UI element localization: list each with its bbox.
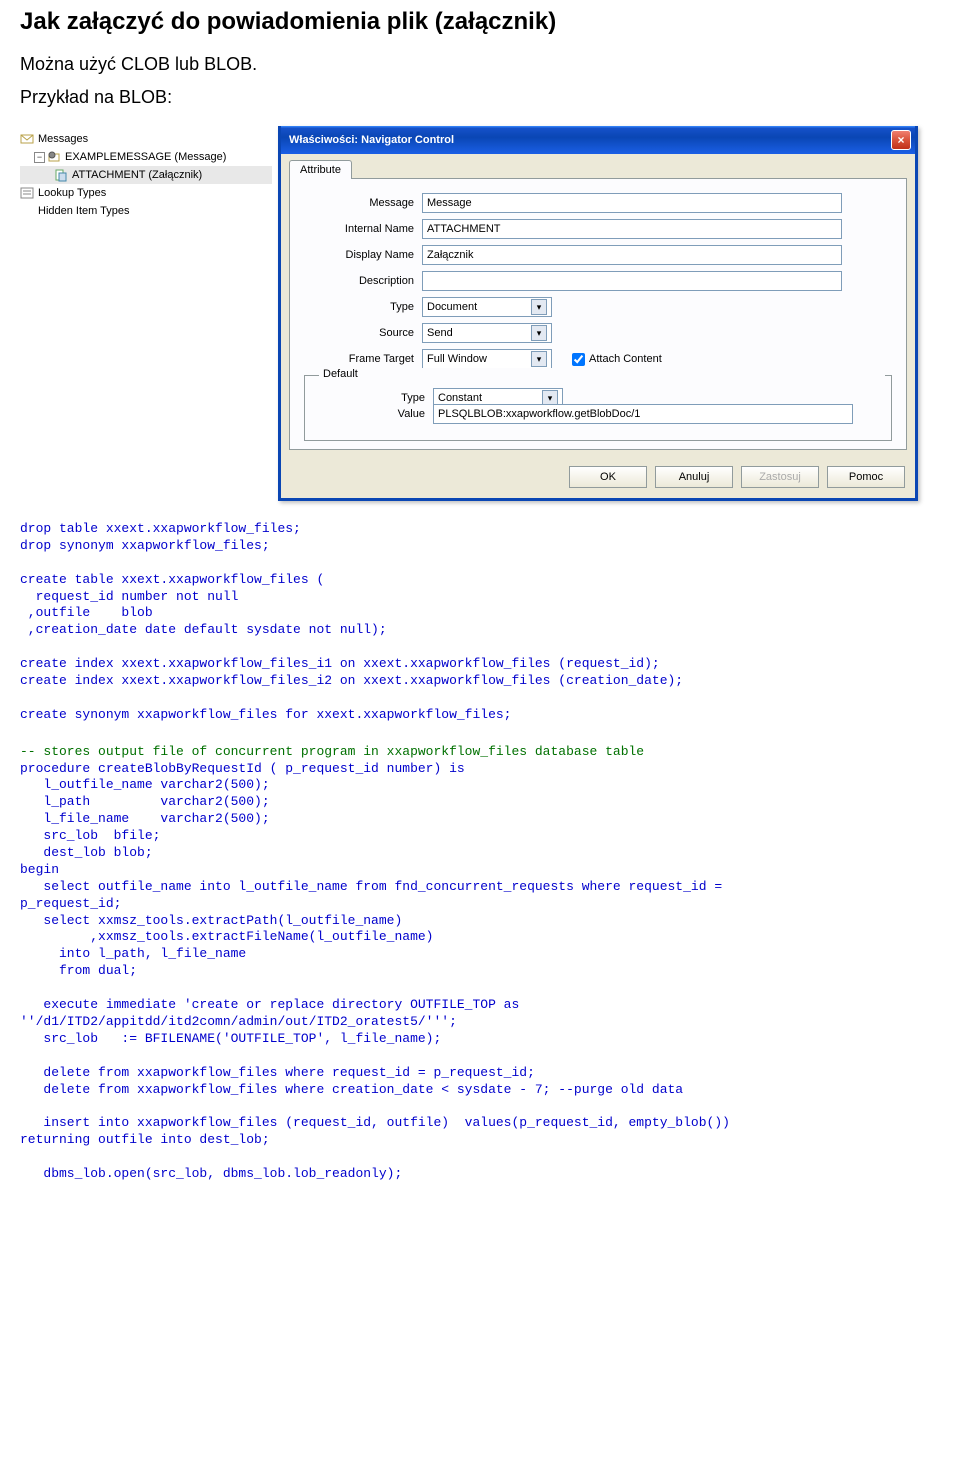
gear-envelope-icon xyxy=(47,150,61,164)
tree-item-hidden[interactable]: Hidden Item Types xyxy=(20,202,272,220)
default-fieldset: Default Type Constant ▾ Value xyxy=(304,375,892,441)
frame-combo[interactable]: Full Window ▾ xyxy=(422,349,552,369)
tree-item-messages[interactable]: Messages xyxy=(20,130,272,148)
source-value: Send xyxy=(427,327,453,339)
example-label: Przykład na BLOB: xyxy=(20,87,940,108)
label-display: Display Name xyxy=(304,249,414,261)
ok-button[interactable]: OK xyxy=(569,466,647,488)
label-type: Type xyxy=(304,301,414,313)
label-value: Value xyxy=(315,408,425,420)
internal-name-field[interactable] xyxy=(422,219,842,239)
attach-content-checkbox[interactable] xyxy=(572,353,585,366)
properties-dialog: Właściwości: Navigator Control × Attribu… xyxy=(278,126,918,501)
label-frame: Frame Target xyxy=(304,353,414,365)
tree-label: ATTACHMENT (Załącznik) xyxy=(72,169,202,181)
frame-value: Full Window xyxy=(427,353,487,365)
chevron-down-icon[interactable]: ▾ xyxy=(531,351,547,367)
page-title: Jak załączyć do powiadomienia plik (załą… xyxy=(20,8,940,36)
tree-label: Lookup Types xyxy=(38,187,106,199)
sql-code-block-1: drop table xxext.xxapworkflow_files; dro… xyxy=(20,521,940,724)
tree-label: Hidden Item Types xyxy=(38,205,130,217)
source-combo[interactable]: Send ▾ xyxy=(422,323,552,343)
label-source: Source xyxy=(304,327,414,339)
attachment-icon xyxy=(54,168,68,182)
default-type-value: Constant xyxy=(438,392,482,404)
label-description: Description xyxy=(304,275,414,287)
tree-item-attachment[interactable]: ATTACHMENT (Załącznik) xyxy=(20,166,272,184)
dialog-titlebar: Właściwości: Navigator Control × xyxy=(281,126,915,154)
label-internal: Internal Name xyxy=(304,223,414,235)
type-combo[interactable]: Document ▾ xyxy=(422,297,552,317)
display-name-field[interactable] xyxy=(422,245,842,265)
tab-attribute[interactable]: Attribute xyxy=(289,160,352,179)
label-message: Message xyxy=(304,197,414,209)
tree-item-examplemessage[interactable]: − EXAMPLEMESSAGE (Message) xyxy=(20,148,272,166)
value-field[interactable] xyxy=(433,404,853,424)
cancel-button[interactable]: Anuluj xyxy=(655,466,733,488)
label-default-type: Type xyxy=(315,392,425,404)
list-icon xyxy=(20,186,34,200)
tree-item-lookup[interactable]: Lookup Types xyxy=(20,184,272,202)
tree-label: Messages xyxy=(38,133,88,145)
sql-code-block-2: -- stores output file of concurrent prog… xyxy=(20,744,940,1183)
envelope-icon xyxy=(20,132,34,146)
collapse-icon[interactable]: − xyxy=(34,152,45,163)
attach-content-label: Attach Content xyxy=(589,353,662,365)
tree-label: EXAMPLEMESSAGE (Message) xyxy=(65,151,226,163)
dialog-title: Właściwości: Navigator Control xyxy=(289,134,891,146)
type-value: Document xyxy=(427,301,477,313)
default-legend: Default xyxy=(319,368,885,380)
description-field[interactable] xyxy=(422,271,842,291)
intro-text: Można użyć CLOB lub BLOB. xyxy=(20,54,940,75)
chevron-down-icon[interactable]: ▾ xyxy=(531,299,547,315)
blank-icon xyxy=(20,204,34,218)
help-button[interactable]: Pomoc xyxy=(827,466,905,488)
close-button[interactable]: × xyxy=(891,130,911,150)
message-tree[interactable]: Messages − EXAMPLEMESSAGE (Message) ATTA… xyxy=(20,126,272,501)
apply-button[interactable]: Zastosuj xyxy=(741,466,819,488)
message-field[interactable] xyxy=(422,193,842,213)
chevron-down-icon[interactable]: ▾ xyxy=(531,325,547,341)
